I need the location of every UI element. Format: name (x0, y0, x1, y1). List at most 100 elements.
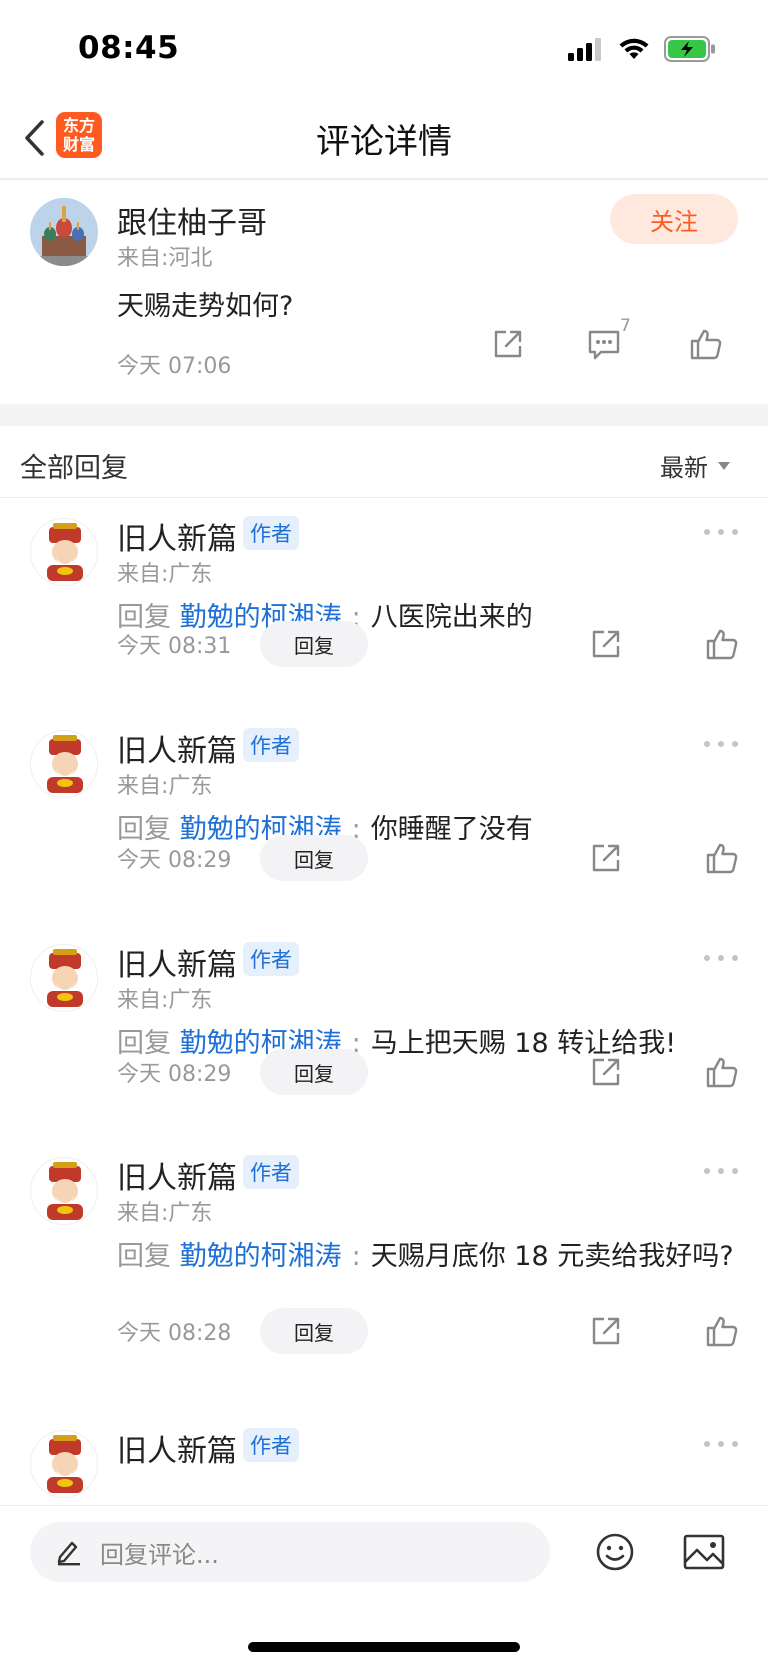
thumbs-up-icon (706, 629, 738, 660)
more-icon-dot (704, 741, 710, 747)
reply-message: 天赐月底你 18 元卖给我好吗? (370, 1241, 734, 1272)
reply-prefix: 回复 (117, 1241, 171, 1272)
bottom-bar: 回复评论... (0, 1505, 768, 1663)
more-icon-dot (718, 741, 724, 747)
reply-time: 今天 08:29 (117, 1062, 232, 1087)
author-name[interactable]: 跟住柚子哥 (117, 198, 267, 242)
original-post: 跟住柚子哥 来自:河北 关注 天赐走势如何? 今天 07:06 7 (0, 180, 768, 404)
share-button[interactable] (584, 622, 628, 666)
author-badge: 作者 (243, 728, 299, 762)
emoji-button[interactable] (593, 1530, 637, 1574)
author-badge: 作者 (243, 942, 299, 976)
image-button[interactable] (682, 1530, 726, 1574)
author-name[interactable]: 旧人新篇 (117, 514, 237, 558)
like-button[interactable] (700, 1050, 744, 1094)
thumbs-up-icon (706, 1057, 738, 1088)
more-icon-dot (732, 741, 738, 747)
input-placeholder: 回复评论... (100, 1540, 219, 1569)
reply-button[interactable]: 回复 (260, 621, 368, 667)
page-title: 评论详情 (316, 122, 452, 162)
reply-item: 旧人新篇 作者 来自:广东 回复 勤勉的柯湘涛: 天赐月底你 18 元卖给我好吗?… (0, 1137, 768, 1399)
avatar[interactable] (30, 1157, 98, 1225)
wifi-icon (619, 38, 649, 59)
more-icon-dot (732, 1441, 738, 1447)
reply-text: 回复 勤勉的柯湘涛: 天赐月底你 18 元卖给我好吗? (117, 1233, 737, 1281)
reply-separator: : (351, 1241, 361, 1272)
fortune-god-avatar-image (47, 735, 83, 793)
more-icon-dot (732, 1168, 738, 1174)
reply-button[interactable]: 回复 (260, 835, 368, 881)
reply-item: 旧人新篇 作者 (0, 1410, 768, 1505)
more-icon-dot (718, 1168, 724, 1174)
emoji-icon (596, 1533, 634, 1571)
share-icon (592, 1058, 620, 1086)
comment-icon (588, 330, 620, 360)
status-icons (568, 36, 716, 62)
replies-header: 全部回复 最新 (0, 426, 768, 498)
reply-item: 旧人新篇 作者 来自:广东 回复 勤勉的柯湘涛: 马上把天赐 18 转让给我! 今… (0, 924, 768, 1136)
caret-down-icon (718, 461, 730, 470)
share-icon (592, 1317, 620, 1345)
more-icon-dot (718, 529, 724, 535)
reply-time: 今天 08:31 (117, 634, 232, 659)
author-name[interactable]: 旧人新篇 (117, 940, 237, 984)
more-button[interactable] (704, 736, 738, 752)
signal-icon (568, 38, 601, 61)
fortune-god-avatar-image (47, 1435, 83, 1493)
like-button[interactable] (700, 836, 744, 880)
battery-icon (664, 36, 715, 62)
share-button[interactable] (584, 1309, 628, 1353)
author-name[interactable]: 旧人新篇 (117, 1426, 237, 1470)
fortune-god-avatar-image (47, 1162, 83, 1220)
more-icon-dot (718, 955, 724, 961)
share-button[interactable] (584, 1050, 628, 1094)
avatar-cathedral-image (30, 198, 98, 266)
sort-label: 最新 (660, 454, 708, 482)
image-icon (683, 1534, 725, 1570)
more-icon-dot (704, 529, 710, 535)
thumbs-up-icon (690, 329, 722, 360)
avatar[interactable] (30, 1430, 98, 1498)
more-icon-dot (704, 1168, 710, 1174)
like-button[interactable] (700, 622, 744, 666)
more-button[interactable] (704, 1436, 738, 1452)
share-button[interactable] (486, 322, 530, 366)
author-location: 来自:广东 (117, 988, 213, 1013)
author-badge: 作者 (243, 1428, 299, 1462)
reply-time: 今天 08:28 (117, 1321, 232, 1346)
comment-count: 7 (620, 316, 631, 336)
author-name[interactable]: 旧人新篇 (117, 726, 237, 770)
more-button[interactable] (704, 950, 738, 966)
avatar[interactable] (30, 198, 98, 266)
share-button[interactable] (584, 836, 628, 880)
reply-target-user[interactable]: 勤勉的柯湘涛 (180, 1241, 342, 1272)
reply-button[interactable]: 回复 (260, 1049, 368, 1095)
follow-button[interactable]: 关注 (610, 194, 738, 244)
reply-button[interactable]: 回复 (260, 1308, 368, 1354)
more-button[interactable] (704, 1163, 738, 1179)
more-button[interactable] (704, 524, 738, 540)
author-name[interactable]: 旧人新篇 (117, 1153, 237, 1197)
pencil-icon (57, 1541, 80, 1566)
author-badge: 作者 (243, 1155, 299, 1189)
more-icon-dot (704, 1441, 710, 1447)
reply-item: 旧人新篇 作者 来自:广东 回复 勤勉的柯湘涛: 八医院出来的 今天 08:31 … (0, 498, 768, 710)
thumbs-up-icon (706, 1316, 738, 1347)
replies-title: 全部回复 (20, 453, 128, 484)
like-button[interactable] (700, 1309, 744, 1353)
author-location: 来自:广东 (117, 774, 213, 799)
share-icon (592, 844, 620, 872)
avatar[interactable] (30, 944, 98, 1012)
avatar[interactable] (30, 730, 98, 798)
like-button[interactable] (684, 322, 728, 366)
author-badge: 作者 (243, 516, 299, 550)
sort-select[interactable]: 最新 (660, 448, 730, 483)
status-time: 08:45 (78, 30, 180, 66)
author-location: 来自:广东 (117, 562, 213, 587)
author-location: 来自:广东 (117, 1201, 213, 1226)
share-icon (494, 330, 522, 358)
reply-comment-input[interactable]: 回复评论... (30, 1522, 550, 1582)
reply-prefix: 回复 (117, 814, 171, 845)
reply-time: 今天 08:29 (117, 848, 232, 873)
avatar[interactable] (30, 518, 98, 586)
